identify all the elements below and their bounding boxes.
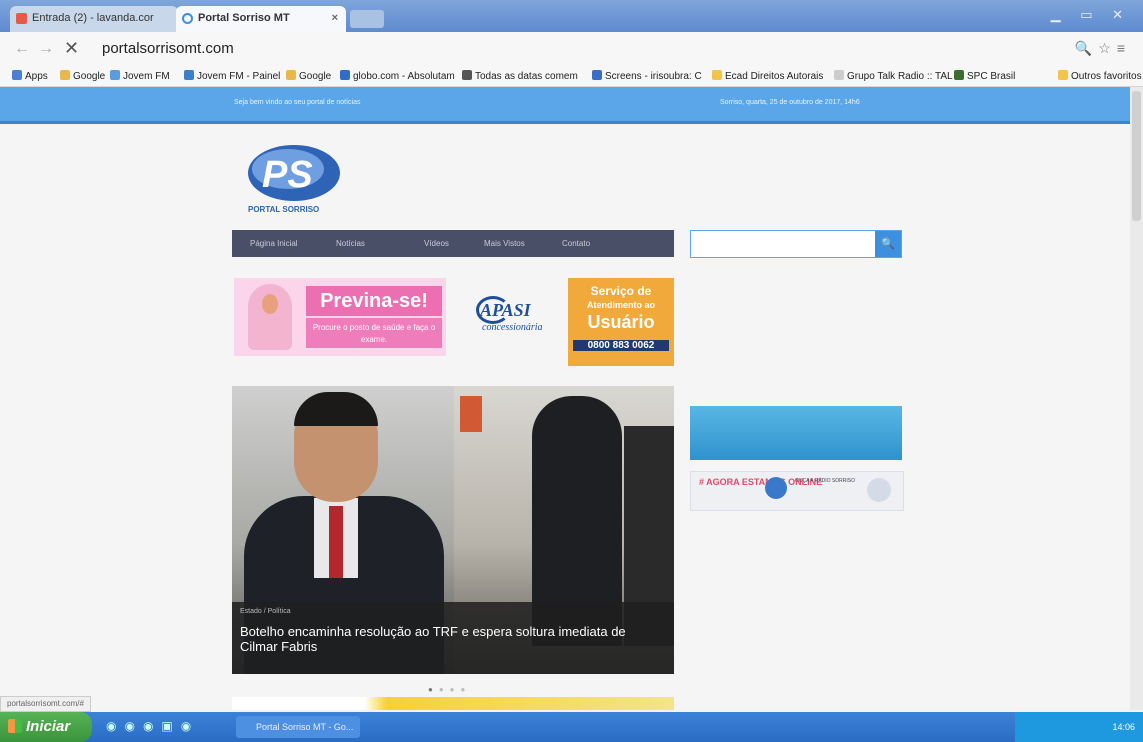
ad-previna-subtitle: Procure o posto de saúde e faça o exame.	[306, 318, 442, 348]
servico-phone: 0800 883 0062	[573, 340, 669, 351]
site-top-strip: Seja bem vindo ao seu portal de notícias…	[0, 87, 1130, 124]
gmail-icon	[16, 13, 27, 24]
hero-red-panel	[460, 396, 482, 432]
slider-dots[interactable]: ●●●●	[428, 685, 471, 694]
globe-icon	[867, 478, 891, 502]
bookmark-todas-as-datas[interactable]: Todas as datas comem	[462, 70, 578, 82]
ad-previna-se[interactable]: Previna-se! Procure o posto de saúde e f…	[234, 278, 446, 356]
menu-item-videos[interactable]: Vídeos	[424, 239, 449, 248]
main-menu: Página Inicial Notícias Vídeos Mais Vist…	[232, 230, 674, 257]
taskbar: Iniciar ◉◉◉▣◉ Portal Sorriso MT - Go... …	[0, 712, 1143, 742]
stop-icon[interactable]: ✕	[64, 38, 79, 59]
search-box: 🔍	[690, 230, 902, 258]
page-viewport: Seja bem vindo ao seu portal de notícias…	[0, 87, 1130, 710]
address-actions[interactable]: 🔍☆≡	[1075, 40, 1131, 57]
woman-figure-icon	[248, 284, 292, 350]
quick-launch-icons[interactable]: ◉◉◉▣◉	[106, 719, 199, 733]
bookmark-google-2[interactable]: Google	[286, 70, 331, 82]
bookmark-jovem-fm-painel[interactable]: Jovem FM - Painel	[184, 70, 280, 82]
radio-logo-icon	[765, 477, 787, 499]
tab-inbox[interactable]: Entrada (2) - lavanda.cor	[10, 6, 178, 32]
bookmark-spc-brasil[interactable]: SPC Brasil	[954, 70, 1015, 82]
search-input[interactable]	[695, 231, 869, 257]
start-button[interactable]: Iniciar	[0, 712, 92, 742]
apasi-logo-text: APASI	[480, 300, 531, 320]
svg-text:PS: PS	[262, 154, 313, 196]
servico-line-1: Serviço de	[590, 284, 652, 298]
status-bar: portalsorrisomt.com/#	[0, 696, 91, 712]
hero-slider[interactable]: Estado / Política Botelho encaminha reso…	[232, 386, 674, 674]
tab-label: Portal Sorriso MT	[198, 12, 290, 24]
tab-portal-sorriso[interactable]: Portal Sorriso MT ×	[176, 6, 346, 32]
bookmarks-bar: Apps Google Jovem FM Jovem FM - Painel G…	[0, 66, 1143, 87]
bookmark-outros-favoritos[interactable]: Outros favoritos	[1058, 70, 1142, 82]
bookmark-ecad[interactable]: Ecad Direitos Autorais	[712, 70, 823, 82]
radio-banner[interactable]	[690, 406, 902, 460]
bookmark-talk-radio[interactable]: Grupo Talk Radio :: TAL	[834, 70, 953, 82]
hero-person-tie	[329, 506, 343, 578]
address-bar: ← → ✕ portalsorrisomt.com 🔍☆≡	[0, 32, 1143, 67]
search-icon[interactable]: 🔍	[875, 231, 901, 257]
ad-previna-title: Previna-se!	[306, 286, 442, 316]
bottom-banner[interactable]	[232, 697, 674, 710]
bookmark-globo[interactable]: globo.com - Absolutam	[340, 70, 455, 82]
logo-caption: PORTAL SORRISO	[248, 205, 320, 214]
browser-tab-bar: Entrada (2) - lavanda.cor Portal Sorriso…	[0, 0, 1143, 32]
date-text: Sorriso, quarta, 25 de outubro de 2017, …	[720, 99, 860, 106]
bookmark-jovem-fm[interactable]: Jovem FM	[110, 70, 170, 82]
servico-line-3: Usuário	[587, 312, 655, 332]
window-controls[interactable]: ▁ ▭ ✕	[1051, 7, 1131, 23]
back-arrow-icon[interactable]: ←	[14, 40, 30, 58]
hero-headline[interactable]: Botelho encaminha resolução ao TRF e esp…	[240, 624, 666, 654]
url-field[interactable]: portalsorrisomt.com	[102, 40, 234, 57]
ad-apasi[interactable]: APASI concessionária	[470, 288, 566, 338]
clock[interactable]: 14:06	[1112, 722, 1135, 732]
apasi-subtitle: concessionária	[482, 322, 543, 333]
online-detail: OUÇA A RÁDIO SORRISO	[795, 478, 856, 484]
hero-category: Estado / Política	[240, 608, 291, 615]
hero-caption: Estado / Política Botelho encaminha reso…	[232, 602, 674, 674]
new-tab-button[interactable]	[350, 10, 384, 28]
close-tab-icon[interactable]: ×	[332, 12, 338, 24]
menu-item-noticias[interactable]: Notícias	[336, 239, 365, 248]
forward-arrow-icon[interactable]: →	[38, 40, 54, 58]
scrollbar-thumb[interactable]	[1132, 91, 1141, 221]
bookmark-google[interactable]: Google	[60, 70, 105, 82]
windows-flag-icon	[8, 719, 22, 733]
menu-item-mais-vistos[interactable]: Mais Vistos	[484, 239, 525, 248]
system-tray: 14:06	[1015, 712, 1143, 742]
menu-item-inicio[interactable]: Página Inicial	[250, 239, 298, 248]
welcome-text: Seja bem vindo ao seu portal de notícias	[234, 99, 361, 106]
taskbar-item-browser[interactable]: Portal Sorriso MT - Go...	[236, 716, 360, 738]
menu-item-contato[interactable]: Contato	[562, 239, 590, 248]
page-scrollbar[interactable]	[1130, 87, 1143, 710]
site-logo[interactable]: PS PORTAL SORRISO	[244, 143, 344, 217]
bookmark-apps[interactable]: Apps	[12, 70, 48, 82]
loading-icon	[182, 13, 193, 24]
online-radio-banner[interactable]: # AGORA ESTAMOS ONLINE OUÇA A RÁDIO SORR…	[690, 471, 904, 511]
bookmark-screens[interactable]: Screens - irisoubra: C	[592, 70, 702, 82]
servico-line-2: Atendimento ao	[586, 300, 655, 310]
tab-label: Entrada (2) - lavanda.cor	[32, 12, 154, 24]
ad-servico-atendimento[interactable]: Serviço de Atendimento ao Usuário 0800 8…	[568, 278, 674, 366]
